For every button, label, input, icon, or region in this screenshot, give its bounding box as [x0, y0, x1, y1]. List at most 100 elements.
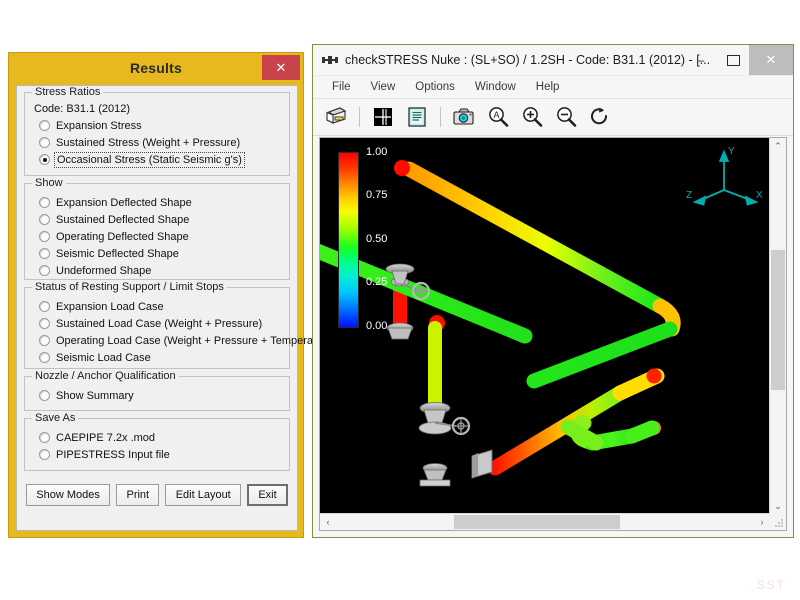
resize-grip-icon[interactable]	[774, 518, 784, 528]
model-3d-canvas[interactable]: 1.00 0.75 0.50 0.25 0.00 Y X Z	[320, 138, 770, 514]
radio-icon	[39, 120, 50, 131]
radio-pipestress-input-file[interactable]: PIPESTRESS Input file	[39, 447, 283, 462]
radio-caepipe-mod[interactable]: CAEPIPE 7.2x .mod	[39, 430, 283, 445]
radio-expansion-deflected-shape[interactable]: Expansion Deflected Shape	[39, 195, 283, 210]
axis-triad: Y X Z	[686, 144, 763, 211]
radio-icon	[39, 335, 50, 346]
exit-button[interactable]: Exit	[247, 484, 288, 506]
radio-icon	[39, 231, 50, 242]
group-title-status-resting-support: Status of Resting Support / Limit Stops	[32, 281, 227, 293]
group-nozzle-anchor-qualification: Nozzle / Anchor Qualification Show Summa…	[24, 370, 290, 411]
close-icon[interactable]: ✕	[749, 45, 793, 75]
radio-icon	[39, 352, 50, 363]
group-stress-ratios: Stress Ratios Code: B31.1 (2012) Expansi…	[24, 86, 290, 176]
radio-sustained-stress[interactable]: Sustained Stress (Weight + Pressure)	[39, 135, 283, 150]
legend-colorbar	[338, 152, 359, 328]
zoom-in-icon[interactable]	[517, 102, 547, 132]
radio-icon	[39, 390, 50, 401]
viewport-frame: 1.00 0.75 0.50 0.25 0.00 Y X Z ⌃ ⌄ ‹ ›	[319, 137, 787, 531]
document-list-icon[interactable]	[402, 102, 432, 132]
results-body: Stress Ratios Code: B31.1 (2012) Expansi…	[16, 85, 336, 531]
group-title-stress-ratios: Stress Ratios	[32, 86, 104, 98]
menu-help[interactable]: Help	[526, 79, 570, 95]
group-save-as: Save As CAEPIPE 7.2x .mod PIPESTRESS Inp…	[24, 412, 290, 471]
scrollbar-corner	[770, 514, 786, 530]
group-title-save-as: Save As	[32, 412, 79, 424]
valve-riser-b	[418, 402, 471, 487]
close-icon[interactable]: ✕	[262, 55, 300, 80]
toolbar-separator	[359, 107, 360, 127]
crosshair-icon[interactable]	[368, 102, 398, 132]
radio-icon	[39, 214, 50, 225]
checkstress-title-text: checkSTRESS Nuke : (SL+SO) / 1.2SH - Cod…	[345, 53, 711, 67]
scroll-down-arrow-icon[interactable]: ⌄	[770, 498, 786, 514]
scroll-right-arrow-icon[interactable]: ›	[754, 514, 770, 530]
checkstress-titlebar: checkSTRESS Nuke : (SL+SO) / 1.2SH - Cod…	[313, 45, 793, 76]
radio-icon	[39, 318, 50, 329]
horizontal-scroll-thumb[interactable]	[454, 515, 620, 529]
results-title-text: Results	[130, 60, 182, 76]
toolbar-separator	[440, 107, 441, 127]
radio-occasional-stress[interactable]: Occasional Stress (Static Seismic g's)	[39, 151, 283, 168]
camera-icon[interactable]	[449, 102, 479, 132]
dialog-button-row: Show Modes Print Edit Layout Exit	[24, 478, 290, 506]
menu-window[interactable]: Window	[465, 79, 526, 95]
menu-options[interactable]: Options	[405, 79, 465, 95]
window-controls: – ✕	[685, 45, 793, 75]
radio-icon	[39, 248, 50, 259]
legend-tick-labels: 1.00 0.75 0.50 0.25 0.00	[366, 146, 412, 336]
scroll-left-arrow-icon[interactable]: ‹	[320, 514, 336, 530]
group-show: Show Expansion Deflected Shape Sustained…	[24, 177, 290, 280]
menu-bar: File View Options Window Help	[313, 76, 793, 99]
group-title-show: Show	[32, 177, 66, 189]
radio-operating-deflected-shape[interactable]: Operating Deflected Shape	[39, 229, 283, 244]
pipe-app-icon	[322, 56, 338, 64]
show-modes-button[interactable]: Show Modes	[26, 484, 111, 506]
minimize-icon[interactable]: –	[685, 45, 717, 75]
axis-label-x: X	[756, 190, 762, 201]
refresh-icon[interactable]	[585, 102, 615, 132]
toolbar: A	[313, 99, 793, 136]
menu-view[interactable]: View	[361, 79, 406, 95]
scroll-up-arrow-icon[interactable]: ⌃	[770, 138, 786, 154]
code-line: Code: B31.1 (2012)	[34, 103, 131, 115]
watermark: SST	[756, 578, 786, 592]
radio-icon	[39, 432, 50, 443]
radio-icon	[39, 197, 50, 208]
vertical-scroll-thumb[interactable]	[771, 250, 785, 390]
radio-icon	[39, 449, 50, 460]
legend-tick-2: 0.75	[366, 189, 388, 201]
radio-sustained-deflected-shape[interactable]: Sustained Deflected Shape	[39, 212, 283, 227]
legend-tick-4: 0.25	[366, 276, 388, 288]
printer-icon[interactable]	[321, 102, 351, 132]
results-titlebar: Results ✕	[9, 53, 303, 83]
screen-root: Results ✕ Stress Ratios Code: B31.1 (201…	[0, 0, 800, 600]
zoom-all-icon[interactable]: A	[483, 102, 513, 132]
radio-show-summary[interactable]: Show Summary	[39, 388, 283, 403]
radio-sustained-load-case[interactable]: Sustained Load Case (Weight + Pressure)	[39, 316, 283, 331]
vertical-scrollbar[interactable]: ⌃ ⌄	[769, 138, 786, 514]
legend-tick-1: 1.00	[366, 146, 388, 158]
checkstress-window: checkSTRESS Nuke : (SL+SO) / 1.2SH - Cod…	[312, 44, 794, 538]
anchor-block	[471, 449, 493, 479]
radio-expansion-stress[interactable]: Expansion Stress	[39, 118, 283, 133]
radio-seismic-deflected-shape[interactable]: Seismic Deflected Shape	[39, 246, 283, 261]
print-button[interactable]: Print	[116, 484, 160, 506]
radio-seismic-load-case[interactable]: Seismic Load Case	[39, 350, 283, 365]
radio-icon	[39, 137, 50, 148]
radio-icon	[39, 301, 50, 312]
svg-text:A: A	[493, 110, 499, 120]
group-status-resting-support: Status of Resting Support / Limit Stops …	[24, 281, 336, 369]
maximize-icon[interactable]	[717, 45, 749, 75]
radio-icon	[39, 265, 50, 276]
axis-label-z: Z	[686, 190, 692, 201]
radio-undeformed-shape[interactable]: Undeformed Shape	[39, 263, 283, 278]
menu-file[interactable]: File	[322, 79, 361, 95]
edit-layout-button[interactable]: Edit Layout	[165, 484, 242, 506]
radio-expansion-load-case[interactable]: Expansion Load Case	[39, 299, 283, 314]
results-dialog: Results ✕ Stress Ratios Code: B31.1 (201…	[8, 52, 336, 538]
horizontal-scrollbar[interactable]: ‹ ›	[320, 513, 770, 530]
radio-operating-load-case[interactable]: Operating Load Case (Weight + Pressure +…	[39, 333, 336, 348]
axis-label-y: Y	[728, 146, 735, 157]
zoom-out-icon[interactable]	[551, 102, 581, 132]
